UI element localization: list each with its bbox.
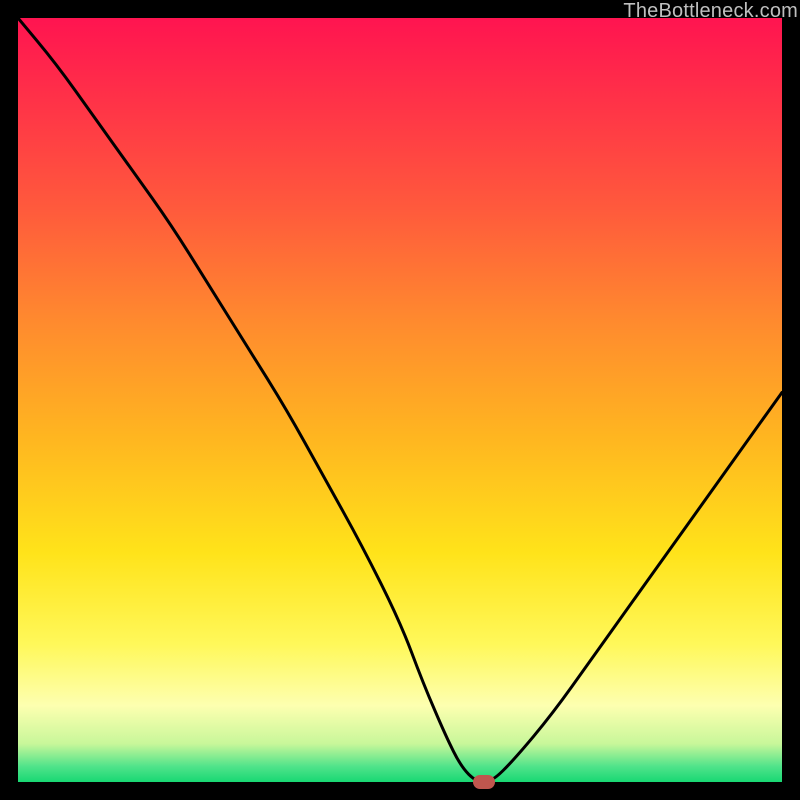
plot-area xyxy=(18,18,782,782)
bottleneck-curve xyxy=(18,18,782,782)
chart-frame xyxy=(18,18,782,782)
curve-layer xyxy=(18,18,782,782)
bottleneck-point-marker xyxy=(473,775,495,789)
